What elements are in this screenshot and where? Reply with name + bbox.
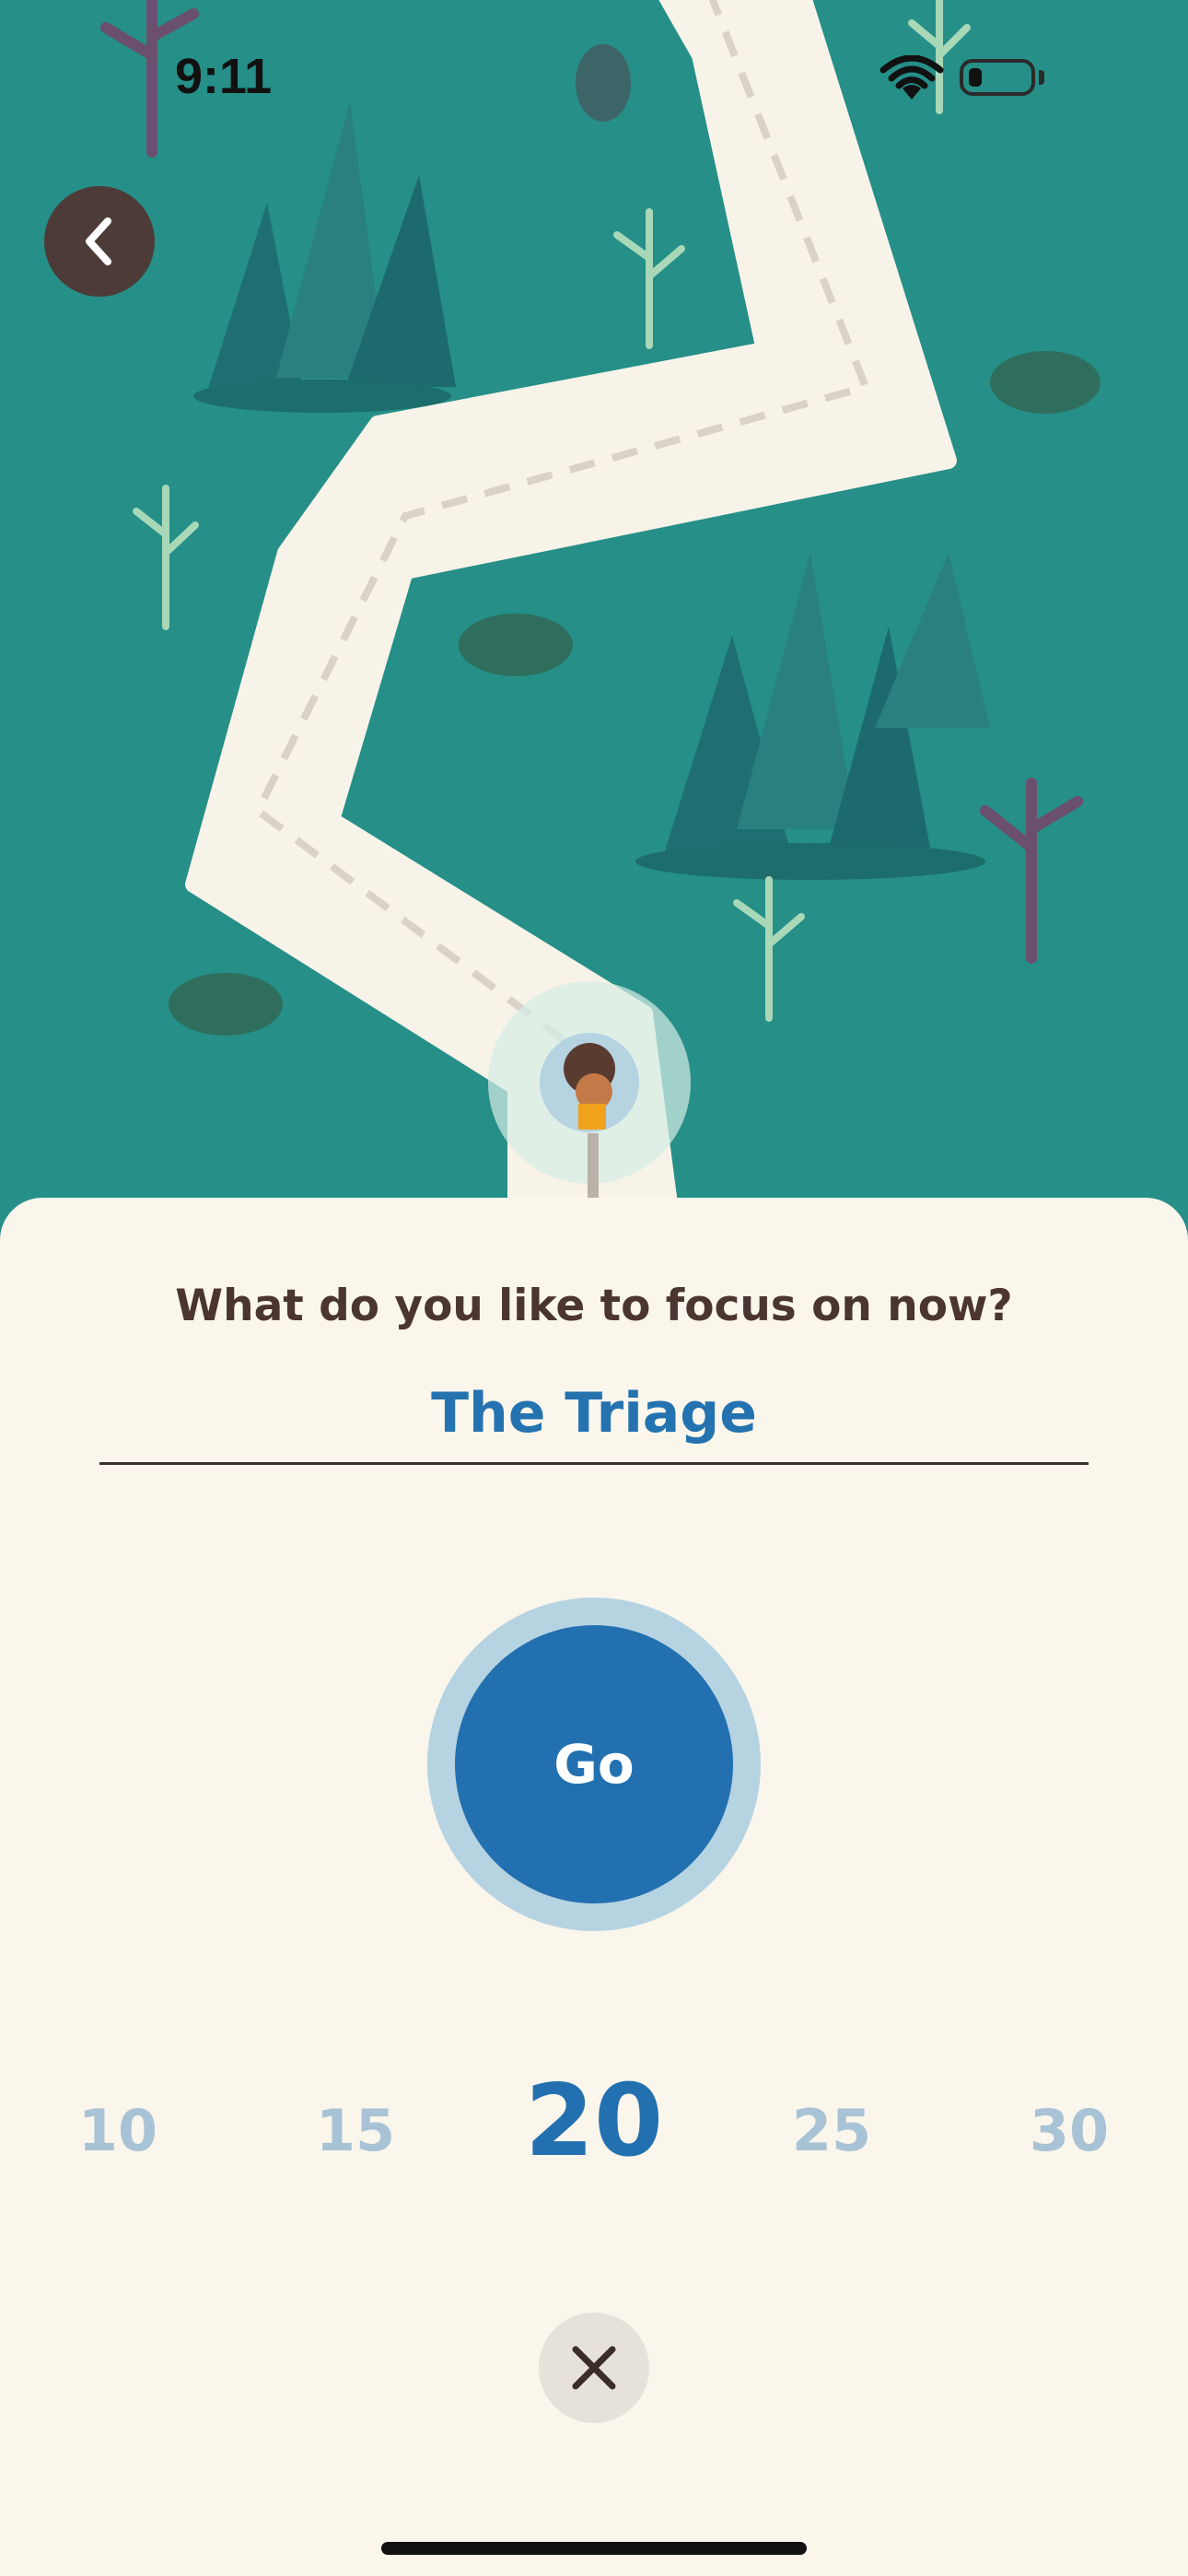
duration-option[interactable]: 25: [792, 2097, 871, 2164]
battery-cap: [1039, 70, 1044, 85]
chevron-left-icon: [86, 217, 111, 265]
back-button[interactable]: [44, 186, 155, 297]
status-time: 9:11: [175, 49, 273, 104]
close-icon: [572, 2346, 616, 2390]
go-button-ring: Go: [427, 1598, 761, 1931]
trail-map: [0, 0, 1188, 1225]
status-bar: 9:11: [0, 0, 1188, 147]
home-indicator[interactable]: [381, 2542, 807, 2555]
duration-picker[interactable]: 10 15 20 25 30: [0, 2045, 1188, 2193]
focus-input[interactable]: [99, 1364, 1089, 1465]
battery-icon: [960, 59, 1035, 96]
duration-option[interactable]: 30: [1030, 2097, 1109, 2164]
duration-option[interactable]: 15: [316, 2097, 395, 2164]
wifi-icon: [879, 55, 944, 100]
focus-prompt: What do you like to focus on now?: [175, 1281, 1013, 1331]
go-button[interactable]: Go: [455, 1625, 733, 1903]
battery-level: [969, 68, 982, 87]
close-button[interactable]: [539, 2313, 649, 2423]
duration-option-selected[interactable]: 20: [525, 2064, 663, 2179]
duration-option[interactable]: 10: [78, 2097, 157, 2164]
